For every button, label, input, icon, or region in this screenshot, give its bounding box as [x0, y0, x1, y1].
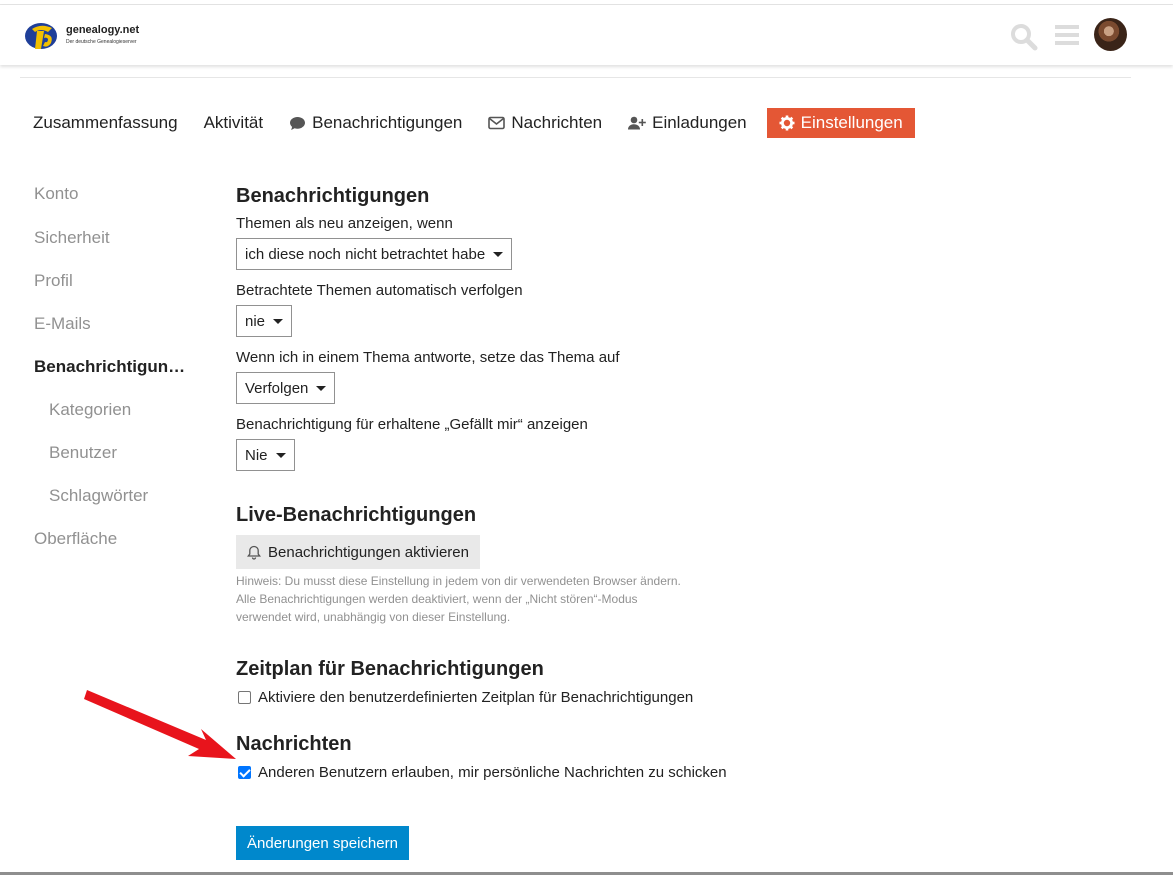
logo-subtitle: Der deutsche Genealogieserver [66, 39, 137, 45]
new-topics-select-value: ich diese noch nicht betrachtet habe [245, 245, 486, 263]
auto-track-label: Betrachtete Themen automatisch verfolgen [236, 282, 523, 299]
save-changes-button[interactable]: Änderungen speichern [236, 826, 409, 860]
reply-tracking-label: Wenn ich in einem Thema antworte, setze … [236, 349, 620, 366]
live-notifications-hint: Hinweis: Du musst diese Einstellung in j… [236, 572, 736, 626]
tab-settings[interactable]: Einstellungen [766, 108, 915, 138]
live-notifications-heading: Live-Benachrichtigungen [236, 504, 477, 526]
tab-notifications[interactable]: Benachrichtigungen [276, 108, 475, 138]
gear-icon [779, 115, 795, 131]
user-profile-nav: Zusammenfassung Aktivität Benachrichtigu… [20, 108, 915, 138]
envelope-icon [488, 116, 506, 130]
sidebar-item-emails[interactable]: E-Mails [34, 314, 91, 334]
sidebar-item-tags[interactable]: Schlagwörter [49, 486, 148, 506]
tab-settings-label: Einstellungen [800, 113, 903, 132]
hamburger-menu-icon[interactable] [1054, 23, 1080, 47]
allow-messages-checkbox[interactable] [238, 766, 251, 779]
tab-activity[interactable]: Aktivität [191, 108, 277, 138]
tab-messages-label: Nachrichten [511, 113, 603, 132]
sidebar-item-account[interactable]: Konto [34, 184, 78, 204]
comment-icon [289, 116, 306, 131]
caret-down-icon [316, 385, 327, 391]
user-avatar[interactable] [1094, 18, 1127, 51]
user-plus-icon [628, 116, 646, 130]
annotation-arrow-icon [84, 690, 236, 759]
header-divider [20, 77, 1131, 78]
sidebar-item-notifications[interactable]: Benachrichtigun… [34, 357, 185, 377]
enable-notifications-button[interactable]: Benachrichtigungen aktivieren [236, 535, 480, 569]
messages-heading: Nachrichten [236, 733, 352, 755]
hint-line-2: Alle Benachrichtigungen werden deaktivie… [236, 592, 638, 606]
sidebar-item-security[interactable]: Sicherheit [34, 228, 110, 248]
caret-down-icon [273, 318, 284, 324]
tab-summary[interactable]: Zusammenfassung [20, 108, 191, 138]
tab-notifications-label: Benachrichtigungen [312, 113, 463, 132]
new-topics-select[interactable]: ich diese noch nicht betrachtet habe [236, 238, 513, 270]
bell-icon [247, 545, 261, 560]
site-header: genealogy.net Der deutsche Genealogieser… [0, 5, 1173, 65]
allow-messages-checkbox-label: Anderen Benutzern erlauben, mir persönli… [258, 764, 727, 781]
schedule-checkbox-row[interactable]: Aktiviere den benutzerdefinierten Zeitpl… [238, 689, 693, 706]
tab-activity-label: Aktivität [203, 113, 264, 132]
caret-down-icon [493, 251, 504, 257]
caret-down-icon [275, 452, 286, 458]
likes-notification-select-value: Nie [245, 446, 268, 464]
reply-tracking-select-value: Verfolgen [245, 379, 309, 397]
likes-notification-select[interactable]: Nie [236, 439, 295, 471]
schedule-checkbox-label: Aktiviere den benutzerdefinierten Zeitpl… [258, 689, 694, 706]
enable-notifications-label: Benachrichtigungen aktivieren [268, 543, 469, 561]
notifications-heading: Benachrichtigungen [236, 185, 430, 207]
auto-track-select-value: nie [245, 312, 266, 330]
tab-invites-label: Einladungen [652, 113, 747, 132]
sidebar-item-interface[interactable]: Oberfläche [34, 529, 117, 549]
site-logo[interactable]: genealogy.net Der deutsche Genealogieser… [24, 17, 154, 55]
auto-track-select[interactable]: nie [236, 305, 293, 337]
tab-messages[interactable]: Nachrichten [475, 108, 615, 138]
sidebar-item-users[interactable]: Benutzer [49, 443, 117, 463]
likes-notification-label: Benachrichtigung für erhaltene „Gefällt … [236, 416, 588, 433]
logo-mark-icon [25, 23, 57, 49]
sidebar-item-profile[interactable]: Profil [34, 271, 73, 291]
search-icon[interactable] [1010, 23, 1038, 51]
tab-summary-label: Zusammenfassung [33, 113, 178, 132]
logo-title: genealogy.net [66, 24, 140, 36]
reply-tracking-select[interactable]: Verfolgen [236, 372, 336, 404]
sidebar-item-categories[interactable]: Kategorien [49, 400, 131, 420]
tab-invites[interactable]: Einladungen [615, 108, 760, 138]
new-topics-label: Themen als neu anzeigen, wenn [236, 215, 453, 232]
schedule-heading: Zeitplan für Benachrichtigungen [236, 658, 544, 680]
hint-line-1: Hinweis: Du musst diese Einstellung in j… [236, 574, 681, 588]
allow-messages-checkbox-row[interactable]: Anderen Benutzern erlauben, mir persönli… [238, 764, 727, 781]
hint-line-3: verwendet wird, unabhängig von dieser Ei… [236, 610, 511, 624]
